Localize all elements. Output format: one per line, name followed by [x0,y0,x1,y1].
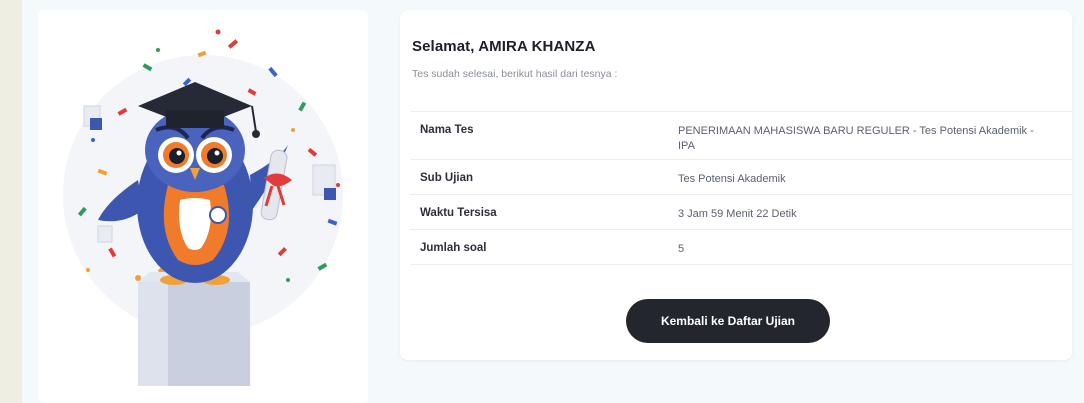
result-card: Selamat, AMIRA KHANZA Tes sudah selesai,… [400,10,1072,360]
row-label-question-count: Jumlah soal [420,242,487,254]
row-value-question-count: 5 [678,243,685,255]
greeting-title: Selamat, AMIRA KHANZA [412,38,596,55]
page: Selamat, AMIRA KHANZA Tes sudah selesai,… [0,0,1084,403]
table-row: Jumlah soal 5 [410,229,1072,265]
table-row: Nama Tes PENERIMAAN MAHASISWA BARU REGUL… [410,111,1072,160]
table-row: Sub Ujian Tes Potensi Akademik [410,159,1072,195]
illustration-card [38,10,368,403]
result-subtitle: Tes sudah selesai, berikut hasil dari te… [412,68,618,80]
row-label-test-name: Nama Tes [420,124,474,136]
back-to-exam-list-button[interactable]: Kembali ke Daftar Ujian [626,299,830,343]
row-value-time-remaining: 3 Jam 59 Menit 22 Detik [678,208,797,220]
side-strip [0,0,22,403]
row-value-sub-exam: Tes Potensi Akademik [678,173,786,185]
row-value-test-name: PENERIMAAN MAHASISWA BARU REGULER - Tes … [678,125,1034,152]
table-row: Waktu Tersisa 3 Jam 59 Menit 22 Detik [410,194,1072,230]
row-label-time-remaining: Waktu Tersisa [420,207,497,219]
pedestal [138,272,250,386]
row-label-sub-exam: Sub Ujian [420,172,474,184]
graduation-owl-illustration [63,29,343,386]
result-table: Nama Tes PENERIMAAN MAHASISWA BARU REGUL… [410,111,1072,265]
